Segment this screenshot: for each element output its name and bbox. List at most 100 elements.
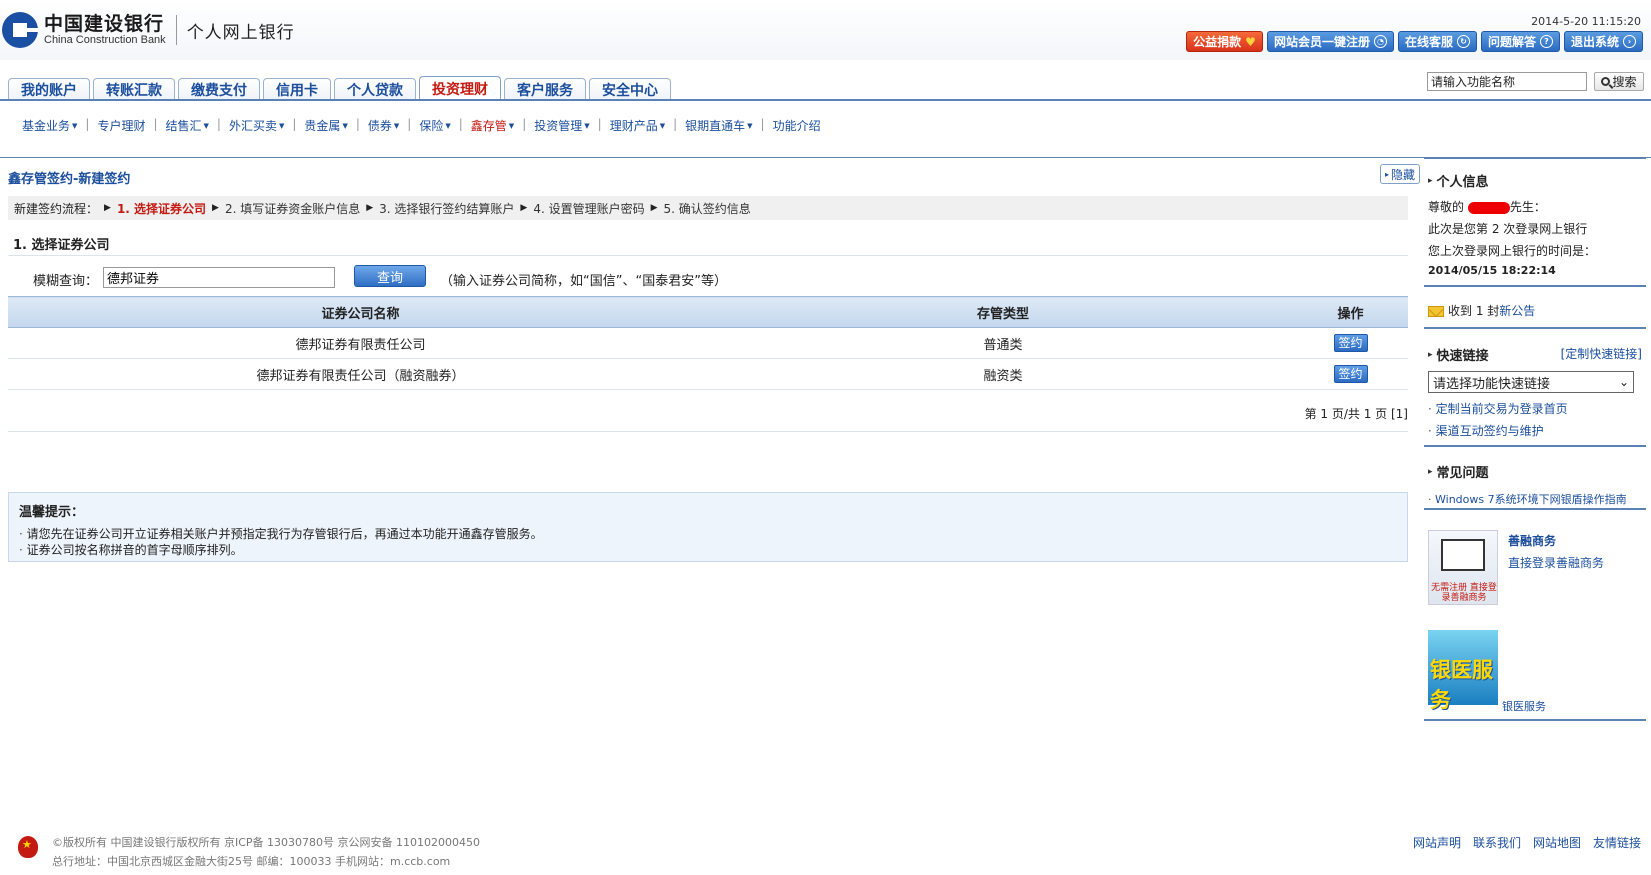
table-row: 德邦证券有限责任公司 普通类 签约 [8,327,1408,359]
tab-security-center[interactable]: 安全中心 [589,78,671,100]
function-search-input[interactable] [1427,72,1587,91]
personal-info-title: 个人信息 [1428,171,1596,190]
footer-copyright: ©版权所有 中国建设银行版权所有 京ICP备 13030780号 京公网安备 1… [52,836,481,868]
sidebar-divider [1424,719,1646,721]
search-icon [1601,77,1611,86]
faq-button[interactable]: 问题解答? [1480,31,1560,52]
faq-link[interactable]: Windows 7系统环境下网银盾操作指南 [1428,491,1627,507]
arrow-right-icon: ▶ [212,203,219,213]
hide-sidebar-button[interactable]: ▸ 隐藏 [1380,164,1421,184]
subnav-function-intro[interactable]: 功能介绍 [773,117,821,134]
custody-type: 普通类 [713,327,1293,359]
personal-info: 个人信息 尊敬的 先生： 此次是您第 2 次登录网上银行 您上次登录网上银行的时… [1428,171,1596,277]
sidebar-divider [1424,508,1646,510]
brand-name-cn: 中国建设银行 [44,12,165,35]
ccb-logo-icon [2,12,39,48]
chevron-down-icon: ⌄ [1618,375,1629,389]
member-register-button[interactable]: 网站会员一键注册 ◔ [1266,31,1394,52]
pagination[interactable]: 第 1 页/共 1 页 [1] [1305,405,1408,422]
search-button[interactable]: 搜索 [1594,72,1644,91]
quick-link-select[interactable]: 请选择功能快速链接 ⌄ [1428,371,1634,393]
caret-down-icon: ▼ [203,121,209,130]
company-name: 德邦证券有限责任公司 [8,327,713,359]
tips-title: 温馨提示： [19,505,85,520]
custody-type: 融资类 [713,358,1293,390]
subnav-special-account[interactable]: 专户理财 [97,117,145,134]
sidebar-divider [1424,285,1646,287]
tab-credit-card[interactable]: 信用卡 [263,78,331,100]
query-label: 模糊查询： [33,274,99,289]
sub-nav: 基金业务 ▼ | 专户理财 | 结售汇 ▼ | 外汇买卖 ▼ | 贵金属 ▼ | 债券 ▼ | 保险 ▼… [22,117,821,134]
caret-down-icon: ▼ [659,121,666,130]
step-2: 2. 填写证券资金账户信息 [224,201,361,216]
subnav-xin-custody[interactable]: 鑫存管 ▼ [471,117,514,134]
subnav-precious-metal[interactable]: 贵金属 ▼ [304,117,347,134]
caret-down-icon: ▼ [72,121,78,130]
site-subtitle: 个人网上银行 [186,22,295,43]
sign-button[interactable]: 签约 [1333,334,1368,352]
subnav-futures-express[interactable]: 银期直通车 ▼ [685,117,752,134]
company-name: 德邦证券有限责任公司（融资融券） [8,358,713,390]
subnav-investment-mgmt[interactable]: 投资管理 ▼ [534,117,589,134]
last-login-time: 2014/05/15 18:22:14 [1428,264,1556,277]
sidebar-top-line [1424,157,1646,159]
page-title: 鑫存管签约-新建签约 [8,172,131,187]
tab-customer-service[interactable]: 客户服务 [504,78,586,100]
tip-item: 请您先在证券公司开立证券相关账户并预指定我行为存管银行后，再通过本功能开通鑫存管… [19,526,1397,542]
sidebar-divider [1424,445,1646,447]
help-icon: ? [1539,35,1553,48]
caret-down-icon: ▼ [584,121,590,130]
quick-link-item[interactable]: 定制当前交易为登录首页 [1428,400,1568,417]
securities-company-table: 证券公司名称 存管类型 操作 德邦证券有限责任公司 普通类 签约 德邦证券有限责… [8,296,1408,390]
fuzzy-search-input[interactable] [103,267,335,288]
logout-button[interactable]: 退出系统 › [1563,31,1643,52]
quick-links-title: 快速链接 [1428,345,1489,364]
tab-payment[interactable]: 缴费支付 [178,78,260,100]
caret-down-icon: ▼ [508,121,515,130]
brand-name-en: China Construction Bank [44,33,166,46]
tab-transfer[interactable]: 转账汇款 [93,78,175,100]
quick-link-item[interactable]: 渠道互动签约与维护 [1428,422,1568,439]
current-datetime: 2014-5-20 11:15:20 [1531,15,1641,28]
medical-banner-text: 银医服务 [1430,658,1493,712]
tab-investment[interactable]: 投资理财 [419,76,501,100]
footer-link-sitemap[interactable]: 网站地图 [1533,834,1581,851]
refresh-icon: ↻ [1456,35,1470,48]
customize-quick-links[interactable]: [定制快速链接] [1561,345,1642,364]
tab-personal-loan[interactable]: 个人贷款 [334,78,416,100]
bank-logo[interactable]: 中国建设银行 China Construction Bank 个人网上银行 [2,12,295,48]
online-service-button[interactable]: 在线客服 ↻ [1397,31,1477,52]
donate-button[interactable]: 公益捐款 ♥ [1186,31,1263,52]
mail-icon [1428,306,1444,317]
steps-label: 新建签约流程： [14,201,99,216]
table-row: 德邦证券有限责任公司（融资融券） 融资类 签约 [8,358,1408,390]
sign-button[interactable]: 签约 [1333,365,1368,383]
faq: 常见问题 Windows 7系统环境下网银盾操作指南 [1428,462,1627,507]
subnav-forex[interactable]: 外汇买卖 ▼ [229,117,284,134]
footer-link-statement[interactable]: 网站声明 [1413,834,1461,851]
subnav-fund[interactable]: 基金业务 ▼ [22,117,77,134]
quick-links: 快速链接 [定制快速链接] [1428,345,1642,364]
new-notice-link[interactable]: 新公告 [1499,304,1535,318]
footer-link-contact[interactable]: 联系我们 [1473,834,1521,851]
shanrong-title[interactable]: 善融商务 [1508,532,1604,549]
tip-item: 证券公司按名称拼音的首字母顺序排列。 [19,542,1397,558]
query-button[interactable]: 查询 [354,265,426,287]
shanrong-login-link[interactable]: 直接登录善融商务 [1508,554,1604,571]
subnav-bond[interactable]: 债券 ▼ [368,117,399,134]
arrow-right-icon: ▶ [520,203,528,213]
shanrong-banner[interactable]: 无需注册 直接登录善融商务 [1428,530,1498,605]
subnav-wealth-products[interactable]: 理财产品 ▼ [610,117,665,134]
footer-link-friends[interactable]: 友情链接 [1593,834,1641,851]
subnav-divider [0,157,1651,158]
medical-service-link[interactable]: 银医服务 [1502,700,1546,713]
main-nav: 我的账户 转账汇款 缴费支付 信用卡 个人贷款 投资理财 客户服务 安全中心 [8,76,674,100]
subnav-insurance[interactable]: 保险 ▼ [419,117,450,134]
medical-service-banner[interactable]: 银医服务 [1428,630,1498,712]
footer-links: 网站声明 联系我们 网站地图 友情链接 [1413,834,1641,851]
tab-my-account[interactable]: 我的账户 [8,78,90,100]
step-3: 3. 选择银行签约结算账户 [379,201,515,216]
subnav-fx-settlement[interactable]: 结售汇 ▼ [166,117,209,134]
arrow-right-icon: ▶ [650,203,658,213]
step-5: 5. 确认签约信息 [663,201,751,216]
